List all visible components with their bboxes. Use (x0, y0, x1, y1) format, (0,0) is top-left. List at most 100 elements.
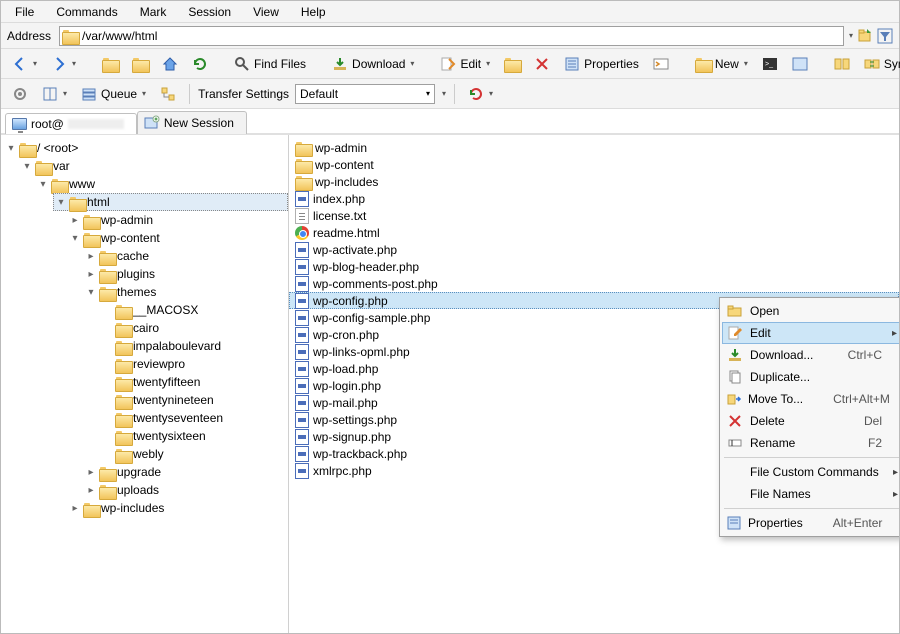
download-icon (726, 347, 744, 363)
tree-item[interactable]: twentynineteen (101, 391, 288, 409)
root-folder-button[interactable] (127, 52, 153, 76)
context-menu[interactable]: OpenEditDownload...Ctrl+CDuplicate...Mov… (719, 297, 899, 537)
folder-icon (115, 305, 131, 318)
context-menu-item[interactable]: Edit (722, 322, 899, 344)
download-button[interactable]: Download▾ (327, 52, 419, 76)
tree-root[interactable]: ▾/ <root> (5, 139, 288, 157)
context-menu-item[interactable]: Duplicate... (722, 366, 899, 388)
transfer-settings-select[interactable]: Default▾ (295, 84, 435, 104)
tree-item[interactable]: ▸upgrade (85, 463, 288, 481)
file-row[interactable]: license.txt (289, 207, 899, 224)
folder-icon (83, 233, 99, 246)
session-tab-active[interactable]: root@ (5, 113, 137, 134)
file-row[interactable]: wp-blog-header.php (289, 258, 899, 275)
folder-icon (102, 58, 118, 71)
file-name: license.txt (313, 209, 366, 223)
address-dropdown-icon[interactable]: ▾ (849, 31, 853, 40)
file-row[interactable]: wp-comments-post.php (289, 275, 899, 292)
file-row[interactable]: wp-content (289, 156, 899, 173)
file-name: wp-settings.php (313, 413, 397, 427)
context-menu-item[interactable]: Download...Ctrl+C (722, 344, 899, 366)
file-row[interactable]: wp-includes (289, 173, 899, 190)
folder-open-icon (726, 303, 744, 319)
edit-icon (726, 325, 744, 341)
tree-item[interactable]: ▸cache (85, 247, 288, 265)
file-row[interactable]: wp-activate.php (289, 241, 899, 258)
tree-item[interactable]: ▸wp-admin (69, 211, 288, 229)
synchronize-button[interactable]: Synchronize (859, 52, 900, 76)
menu-commands[interactable]: Commands (46, 3, 127, 21)
tree-www[interactable]: ▾www (37, 175, 288, 193)
forward-button[interactable]: ▾ (46, 52, 81, 76)
file-name: wp-signup.php (313, 430, 391, 444)
transfer-settings-label: Transfer Settings (198, 87, 289, 101)
home-button[interactable] (157, 52, 183, 76)
filter-icon[interactable] (877, 28, 893, 44)
settings-button[interactable] (7, 82, 33, 106)
menu-view[interactable]: View (243, 3, 289, 21)
file-row[interactable]: index.php (289, 190, 899, 207)
tree-item[interactable]: webly (101, 445, 288, 463)
file-name: wp-links-opml.php (313, 345, 410, 359)
go-icon[interactable] (857, 28, 873, 44)
menu-mark[interactable]: Mark (130, 3, 177, 21)
context-menu-item[interactable]: RenameF2 (722, 432, 899, 454)
properties-button[interactable]: Properties (559, 52, 644, 76)
tree-item[interactable]: twentyfifteen (101, 373, 288, 391)
address-input[interactable]: /var/www/html (59, 26, 844, 46)
terminal-button[interactable] (648, 52, 674, 76)
menu-session[interactable]: Session (178, 3, 241, 21)
tree-item[interactable]: ▾wp-content (69, 229, 288, 247)
new-button[interactable]: New▾ (690, 52, 753, 76)
new-folder-button[interactable] (499, 52, 525, 76)
compare-button[interactable] (829, 52, 855, 76)
tree-item[interactable]: cairo (101, 319, 288, 337)
layout-button[interactable]: ▾ (37, 82, 72, 106)
file-name: wp-trackback.php (313, 447, 407, 461)
delete-button[interactable] (529, 52, 555, 76)
tree-toggle-button[interactable] (155, 82, 181, 106)
directory-tree[interactable]: ▾/ <root> ▾var ▾www ▾html ▸wp-admin▾wp-c… (1, 135, 289, 633)
tree-item[interactable]: impalaboulevard (101, 337, 288, 355)
parent-folder-button[interactable] (97, 52, 123, 76)
folder-icon (132, 58, 148, 71)
file-name: index.php (313, 192, 365, 206)
putty-button[interactable] (787, 52, 813, 76)
edit-button[interactable]: Edit▾ (435, 52, 495, 76)
context-menu-item[interactable]: Move To...Ctrl+Alt+M (722, 388, 899, 410)
monitor-icon (12, 118, 27, 130)
context-menu-item[interactable]: DeleteDel (722, 410, 899, 432)
tree-item[interactable]: ▸uploads (85, 481, 288, 499)
delete-icon (726, 413, 744, 429)
folder-icon (99, 251, 115, 264)
find-files-button[interactable]: Find Files (229, 52, 311, 76)
file-row[interactable]: readme.html (289, 224, 899, 241)
context-menu-item[interactable]: Open (722, 300, 899, 322)
tree-item[interactable]: ▸wp-includes (69, 499, 288, 517)
menu-file[interactable]: File (5, 3, 44, 21)
file-row[interactable]: wp-admin (289, 139, 899, 156)
tree-item[interactable]: reviewpro (101, 355, 288, 373)
tree-var[interactable]: ▾var (21, 157, 288, 175)
menu-help[interactable]: Help (291, 3, 336, 21)
context-menu-item[interactable]: File Names (722, 483, 899, 505)
queue-button[interactable]: Queue▾ (76, 82, 151, 106)
keepalive-button[interactable]: ▾ (463, 82, 498, 106)
back-button[interactable]: ▾ (7, 52, 42, 76)
context-menu-item[interactable]: PropertiesAlt+Enter (722, 512, 899, 534)
new-session-tab[interactable]: New Session (137, 111, 247, 134)
tree-item[interactable]: ▾themes (85, 283, 288, 301)
tree-html[interactable]: ▾html (53, 193, 288, 211)
folder-icon (19, 143, 35, 156)
file-name: xmlrpc.php (313, 464, 372, 478)
context-menu-item[interactable]: File Custom Commands (722, 461, 899, 483)
console-button[interactable]: >_ (757, 52, 783, 76)
tree-item[interactable]: twentyseventeen (101, 409, 288, 427)
transfer-dropdown-icon[interactable]: ▾ (442, 89, 446, 98)
php-file-icon (295, 446, 309, 462)
address-path: /var/www/html (82, 29, 157, 43)
tree-item[interactable]: ▸plugins (85, 265, 288, 283)
tree-item[interactable]: __MACOSX (101, 301, 288, 319)
tree-item[interactable]: twentysixteen (101, 427, 288, 445)
refresh-button[interactable] (187, 52, 213, 76)
